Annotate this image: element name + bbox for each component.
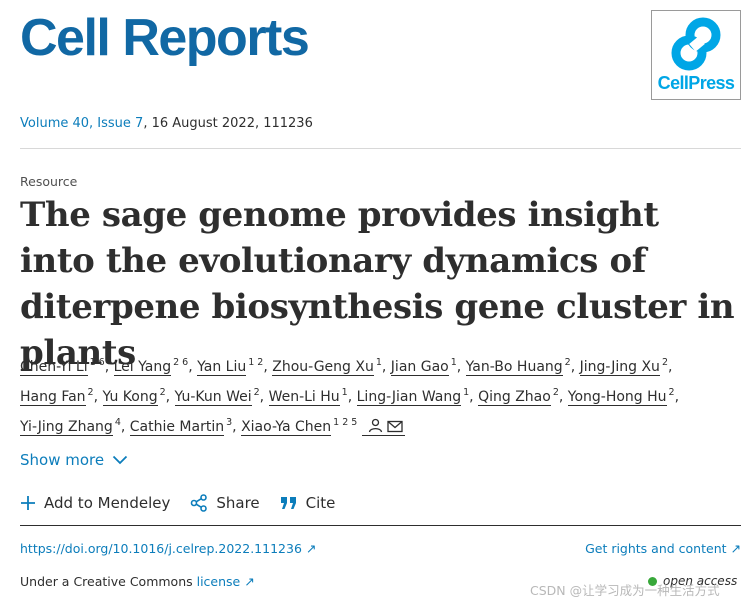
- author: Yu-Kun Wei 2: [174, 387, 260, 406]
- author-affiliation: 1 2: [248, 357, 264, 368]
- cellpress-logo[interactable]: CellPress: [651, 10, 741, 100]
- author: Wen-Li Hu 1: [268, 387, 348, 406]
- author-link[interactable]: Yan-Bo Huang: [465, 359, 563, 376]
- share-button[interactable]: Share: [190, 494, 260, 512]
- divider: [20, 148, 741, 149]
- author-affiliation: 2: [564, 357, 571, 368]
- author: Yong-Hong Hu 2: [567, 387, 675, 406]
- author-affiliation: 1: [463, 387, 470, 398]
- author-link[interactable]: Jing-Jing Xu: [579, 359, 660, 376]
- external-arrow-icon: ↗: [305, 541, 317, 556]
- author: Xiao-Ya Chen 1 2 5: [241, 417, 358, 436]
- author-affiliation: 4: [114, 417, 121, 428]
- show-more-label: Show more: [20, 451, 105, 469]
- cellpress-mark-icon: [671, 17, 721, 71]
- author-affiliation: 2: [668, 387, 675, 398]
- author-link[interactable]: Cathie Martin: [129, 419, 225, 436]
- author-link[interactable]: Zhou-Geng Xu: [272, 359, 374, 376]
- author-affiliation: 1 2 5: [333, 417, 358, 428]
- author-affiliation: 2: [87, 387, 94, 398]
- author-link[interactable]: Lei Yang: [113, 359, 172, 376]
- share-icon: [191, 494, 208, 512]
- add-to-mendeley-button[interactable]: Add to Mendeley: [20, 494, 170, 512]
- author: Yu Kong 2: [102, 387, 166, 406]
- external-arrow-icon: ↗: [244, 574, 255, 589]
- article-actions: Add to Mendeley Share Cite: [20, 494, 355, 512]
- author: Ling-Jian Wang 1: [356, 387, 470, 406]
- rights-text: Get rights and content: [585, 541, 727, 556]
- citation-details: , 16 August 2022, 111236: [143, 116, 313, 131]
- author-link[interactable]: Yu Kong: [102, 389, 158, 406]
- divider: [20, 525, 741, 526]
- cite-button[interactable]: Cite: [280, 494, 336, 512]
- author-list: Chen-Yi Li 1 6, Lei Yang 2 6, Yan Liu 1 2, …: [20, 357, 680, 436]
- author-affiliation: 2: [253, 387, 260, 398]
- author-affiliation: 1: [375, 357, 382, 368]
- volume-issue-link[interactable]: Volume 40, Issue 7: [20, 116, 143, 131]
- doi-link[interactable]: https://doi.org/10.1016/j.celrep.2022.11…: [20, 541, 316, 556]
- author-link[interactable]: Xiao-Ya Chen: [241, 419, 332, 436]
- author-link[interactable]: Yong-Hong Hu: [567, 389, 667, 406]
- author-affiliation: 3: [226, 417, 233, 428]
- author-link[interactable]: Yu-Kun Wei: [174, 389, 252, 406]
- author: Yan Liu 1 2: [197, 357, 264, 376]
- author-link[interactable]: Chen-Yi Li: [20, 359, 88, 376]
- author: Qing Zhao 2: [478, 387, 559, 406]
- author-link[interactable]: Yan Liu: [197, 359, 247, 376]
- author-affiliation: 1 6: [89, 357, 105, 368]
- author: Jian Gao 1: [390, 357, 457, 376]
- external-arrow-icon: ↗: [730, 541, 741, 556]
- journal-title[interactable]: Cell Reports: [20, 8, 310, 68]
- cellpress-logo-text: CellPress: [657, 73, 735, 93]
- author-link[interactable]: Qing Zhao: [478, 389, 551, 406]
- author: Chen-Yi Li 1 6: [20, 357, 105, 376]
- license-prefix: Under a Creative Commons: [20, 574, 197, 589]
- author-affiliation: 1: [450, 357, 457, 368]
- add-to-mendeley-label: Add to Mendeley: [44, 494, 171, 512]
- license-line: Under a Creative Commons license ↗: [20, 574, 255, 589]
- author: Yi-Jing Zhang 4: [20, 417, 121, 436]
- author: Cathie Martin 3: [129, 417, 233, 436]
- rights-and-content-link[interactable]: Get rights and content ↗: [585, 541, 741, 556]
- citation-line: Volume 40, Issue 7, 16 August 2022, 1112…: [20, 116, 313, 131]
- author-affiliation: 2 6: [173, 357, 189, 368]
- author: Lei Yang 2 6: [113, 357, 189, 376]
- author-affiliation: 2: [552, 387, 559, 398]
- person-icon: [368, 418, 382, 433]
- author: Yan-Bo Huang 2: [465, 357, 571, 376]
- doi-text: https://doi.org/10.1016/j.celrep.2022.11…: [20, 541, 302, 556]
- license-link[interactable]: license ↗: [197, 574, 255, 589]
- cite-label: Cite: [305, 494, 336, 512]
- author: Hang Fan 2: [20, 387, 94, 406]
- article-type: Resource: [20, 174, 78, 189]
- chevron-down-icon: [112, 455, 128, 465]
- show-more-button[interactable]: Show more: [20, 451, 128, 469]
- author: Zhou-Geng Xu 1: [272, 357, 382, 376]
- author-affiliation: 1: [341, 387, 348, 398]
- author-link[interactable]: Yi-Jing Zhang: [20, 419, 113, 436]
- share-label: Share: [216, 494, 260, 512]
- envelope-icon: [387, 420, 403, 433]
- plus-icon: [21, 496, 35, 510]
- article-title: The sage genome provides insight into th…: [20, 195, 735, 373]
- corresponding-author-icons[interactable]: [361, 418, 405, 436]
- license-link-text: license: [196, 574, 241, 589]
- csdn-watermark: CSDN @让学习成为一种生活方式: [530, 583, 720, 598]
- author-link[interactable]: Jian Gao: [390, 359, 449, 376]
- quote-icon: [280, 497, 296, 509]
- author-affiliation: 2: [159, 387, 166, 398]
- author-link[interactable]: Hang Fan: [20, 389, 86, 406]
- author-link[interactable]: Wen-Li Hu: [268, 389, 340, 406]
- author: Jing-Jing Xu 2: [579, 357, 668, 376]
- author-link[interactable]: Ling-Jian Wang: [356, 389, 462, 406]
- author-affiliation: 2: [661, 357, 668, 368]
